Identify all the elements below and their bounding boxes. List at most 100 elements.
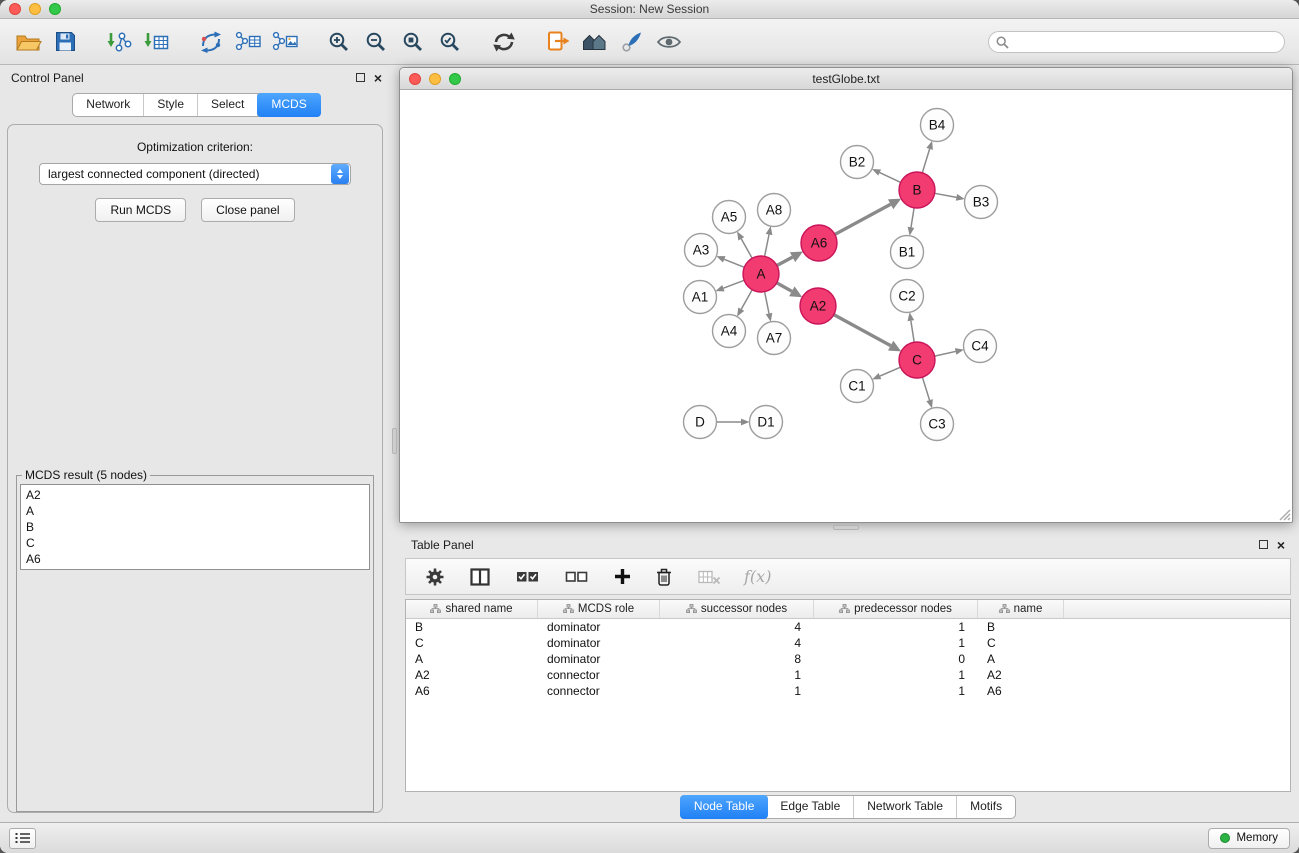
- delete-column-button[interactable]: [654, 558, 674, 596]
- network-edge-C-C1[interactable]: [872, 367, 900, 379]
- mcds-result-item[interactable]: A2: [22, 487, 368, 503]
- network-node-B[interactable]: B: [899, 172, 935, 208]
- memory-button[interactable]: Memory: [1208, 828, 1290, 849]
- network-edge-A-A2[interactable]: [777, 283, 803, 297]
- tab-edge-table[interactable]: Edge Table: [767, 796, 854, 818]
- column-header-name[interactable]: name: [978, 600, 1064, 618]
- network-zoom-button[interactable]: [449, 73, 461, 85]
- network-edge-B-B1[interactable]: [908, 208, 915, 236]
- network-node-C4[interactable]: C4: [964, 330, 997, 363]
- mcds-result-item[interactable]: A: [22, 503, 368, 519]
- optimization-criterion-select[interactable]: largest connected component (directed): [39, 163, 351, 185]
- splitter-grip[interactable]: [833, 525, 859, 530]
- network-minimize-button[interactable]: [429, 73, 441, 85]
- network-edge-A-A4[interactable]: [737, 290, 752, 317]
- network-node-B3[interactable]: B3: [965, 186, 998, 219]
- float-panel-icon[interactable]: [356, 73, 365, 82]
- network-window-titlebar[interactable]: testGlobe.txt: [400, 68, 1292, 90]
- mcds-result-item[interactable]: A6: [22, 551, 368, 567]
- zoom-selected-button[interactable]: [431, 23, 468, 61]
- table-row[interactable]: A2connector11A2: [406, 667, 1290, 683]
- close-window-button[interactable]: [9, 3, 21, 15]
- network-edge-C-C3[interactable]: [922, 377, 932, 408]
- network-canvas[interactable]: B4B2BB3A5A8A6B1A3AC2A1A2A4A7C4CC1C3DD1: [400, 90, 1292, 522]
- task-history-button[interactable]: [9, 828, 36, 849]
- export-image-button[interactable]: [266, 23, 303, 61]
- tab-network-table[interactable]: Network Table: [854, 796, 957, 818]
- network-node-D[interactable]: D: [684, 406, 717, 439]
- tab-mcds[interactable]: MCDS: [257, 93, 320, 117]
- minimize-window-button[interactable]: [29, 3, 41, 15]
- network-node-A6[interactable]: A6: [801, 225, 837, 261]
- network-node-A4[interactable]: A4: [713, 315, 746, 348]
- column-header-successor-nodes[interactable]: successor nodes: [660, 600, 814, 618]
- table-options-button[interactable]: [423, 558, 447, 596]
- network-node-A1[interactable]: A1: [684, 281, 717, 314]
- network-edge-A-A7[interactable]: [765, 292, 773, 322]
- network-node-A[interactable]: A: [743, 256, 779, 292]
- vertical-splitter[interactable]: [390, 65, 399, 822]
- style-brush-button[interactable]: [613, 23, 650, 61]
- network-node-B4[interactable]: B4: [921, 109, 954, 142]
- delete-table-button[interactable]: [695, 558, 723, 596]
- show-columns-button[interactable]: [468, 558, 492, 596]
- network-node-C3[interactable]: C3: [921, 408, 954, 441]
- open-session-button[interactable]: [10, 23, 47, 61]
- network-edge-A-A1[interactable]: [715, 280, 744, 291]
- network-node-A7[interactable]: A7: [758, 322, 791, 355]
- horizontal-splitter[interactable]: [399, 523, 1293, 532]
- tab-network[interactable]: Network: [73, 94, 144, 116]
- network-node-C2[interactable]: C2: [891, 280, 924, 313]
- network-node-A3[interactable]: A3: [685, 234, 718, 267]
- zoom-out-button[interactable]: [357, 23, 394, 61]
- function-builder-button[interactable]: f(x): [744, 567, 771, 586]
- search-input[interactable]: [988, 31, 1285, 53]
- refresh-layout-button[interactable]: [485, 23, 522, 61]
- column-header-predecessor-nodes[interactable]: predecessor nodes: [814, 600, 978, 618]
- column-header-shared-name[interactable]: shared name: [406, 600, 538, 618]
- network-node-A2[interactable]: A2: [800, 288, 836, 324]
- network-node-D1[interactable]: D1: [750, 406, 783, 439]
- select-all-button[interactable]: [513, 558, 541, 596]
- deselect-all-button[interactable]: [562, 558, 590, 596]
- close-panel-icon[interactable]: ×: [1277, 540, 1285, 550]
- import-table-button[interactable]: [138, 23, 175, 61]
- network-edge-A2-C[interactable]: [834, 315, 901, 352]
- network-edge-A-A5[interactable]: [737, 231, 752, 258]
- network-node-C[interactable]: C: [899, 342, 935, 378]
- zoom-in-button[interactable]: [320, 23, 357, 61]
- network-edge-B-B4[interactable]: [922, 141, 933, 173]
- table-row[interactable]: Adominator80A: [406, 651, 1290, 667]
- graphics-details-button[interactable]: [650, 23, 687, 61]
- mcds-result-item[interactable]: C: [22, 535, 368, 551]
- network-from-table-button[interactable]: [229, 23, 266, 61]
- network-node-B2[interactable]: B2: [841, 146, 874, 179]
- save-session-button[interactable]: [47, 23, 84, 61]
- network-close-button[interactable]: [409, 73, 421, 85]
- network-edge-A-A8[interactable]: [765, 226, 773, 256]
- zoom-fit-button[interactable]: [394, 23, 431, 61]
- splitter-grip[interactable]: [392, 428, 397, 454]
- network-node-A5[interactable]: A5: [713, 201, 746, 234]
- float-panel-icon[interactable]: [1259, 540, 1268, 549]
- table-row[interactable]: Cdominator41C: [406, 635, 1290, 651]
- mcds-result-item[interactable]: B: [22, 519, 368, 535]
- network-edge-D-D1[interactable]: [717, 419, 750, 426]
- run-mcds-button[interactable]: Run MCDS: [95, 198, 186, 222]
- table-row[interactable]: Bdominator41B: [406, 619, 1290, 635]
- close-panel-button[interactable]: Close panel: [201, 198, 294, 222]
- tab-style[interactable]: Style: [144, 94, 198, 116]
- network-edge-B-B3[interactable]: [935, 193, 965, 200]
- tab-node-table[interactable]: Node Table: [680, 795, 769, 819]
- close-panel-icon[interactable]: ×: [374, 73, 382, 83]
- network-edge-C-C4[interactable]: [935, 348, 964, 356]
- network-edge-A-A3[interactable]: [716, 256, 744, 267]
- column-header-MCDS-role[interactable]: MCDS role: [538, 600, 660, 618]
- add-column-button[interactable]: [611, 558, 633, 596]
- network-node-B1[interactable]: B1: [891, 236, 924, 269]
- resize-grip-icon[interactable]: [1278, 508, 1291, 521]
- new-network-button[interactable]: [192, 23, 229, 61]
- tab-motifs[interactable]: Motifs: [957, 796, 1015, 818]
- export-document-button[interactable]: [539, 23, 576, 61]
- import-network-button[interactable]: [101, 23, 138, 61]
